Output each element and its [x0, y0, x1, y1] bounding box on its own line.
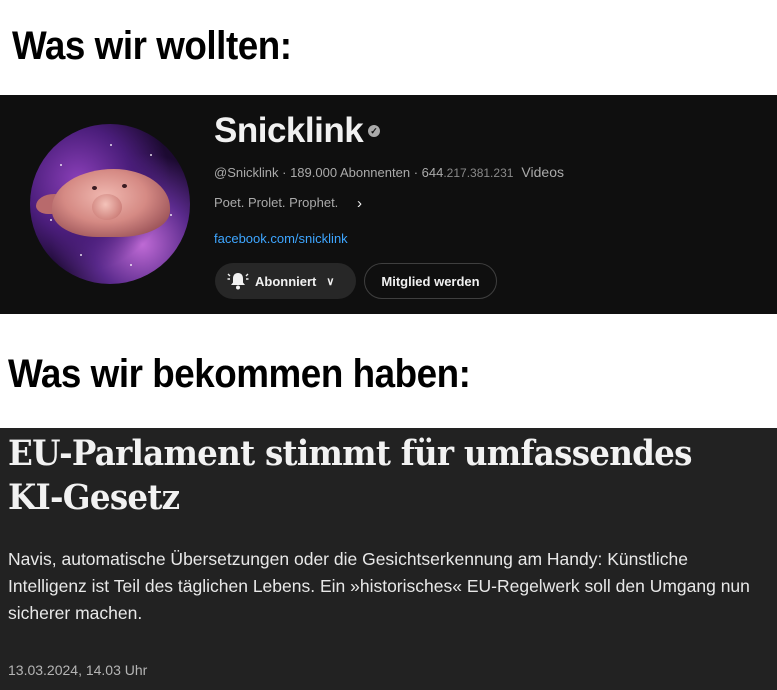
meta-separator: · — [278, 165, 291, 180]
join-member-label: Mitglied werden — [381, 273, 480, 289]
article-date: 13.03.2024, 14.03 Uhr — [8, 662, 148, 678]
news-article: EU-Parlament stimmt für umfassendes KI-G… — [0, 428, 777, 690]
channel-link[interactable]: facebook.com/snicklink — [214, 231, 348, 246]
video-count-overflow: .217.381.231 — [443, 166, 514, 180]
subscriber-count: 189.000 Abonnenten — [290, 165, 411, 180]
meme-heading-top: Was wir wollten: — [12, 24, 292, 68]
meme-heading-bottom: Was wir bekommen haben: — [8, 352, 471, 396]
channel-meta: @Snicklink · 189.000 Abonnenten · 644.21… — [214, 164, 564, 180]
meta-separator: · — [410, 165, 422, 180]
channel-tagline[interactable]: Poet. Prolet. Prophet. — [214, 195, 338, 210]
article-title[interactable]: EU-Parlament stimmt für umfassendes KI-G… — [8, 432, 715, 520]
chevron-down-icon: ∨ — [326, 275, 335, 288]
join-member-button[interactable]: Mitglied werden — [364, 263, 497, 299]
blobfish-nose — [92, 194, 122, 220]
blobfish-eye — [92, 186, 97, 190]
channel-avatar[interactable] — [30, 124, 190, 284]
subscribed-button[interactable]: Abonniert ∨ — [215, 263, 356, 299]
channel-handle: @Snicklink — [214, 165, 279, 180]
chevron-right-icon[interactable]: › — [357, 195, 362, 212]
subscribed-label: Abonniert — [255, 273, 317, 289]
channel-name[interactable]: Snicklink — [214, 111, 364, 151]
videos-label: Videos — [521, 164, 564, 180]
channel-header: Snicklink ✓ @Snicklink · 189.000 Abonnen… — [0, 95, 777, 314]
article-lead: Navis, automatische Übersetzungen oder d… — [8, 549, 750, 623]
video-count: 644 — [421, 165, 444, 180]
bell-icon — [227, 271, 249, 291]
blobfish-eye — [122, 184, 127, 188]
verified-check-icon: ✓ — [368, 125, 380, 137]
